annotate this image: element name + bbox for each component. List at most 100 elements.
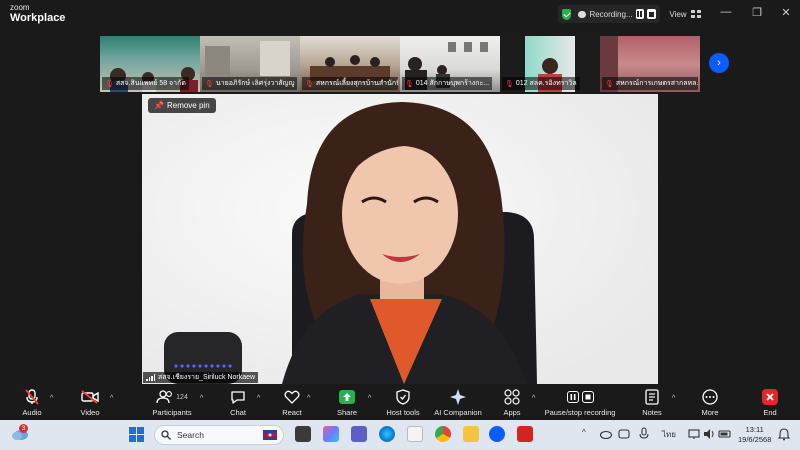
sparkle-icon [450, 389, 466, 405]
teams-icon[interactable] [351, 426, 367, 442]
thumbnail-label: 🎙 012 สลค.รอิงทราวิล [502, 77, 580, 90]
battery-icon[interactable] [718, 428, 732, 440]
stop-recording-icon[interactable] [647, 9, 657, 19]
recording-label: Recording... [589, 9, 633, 19]
video-off-icon [81, 390, 99, 404]
share-button[interactable]: Share [317, 388, 377, 417]
pause-recording-icon[interactable] [635, 9, 645, 19]
participant-thumbnail[interactable]: 🎙 นายอภิรักษ์ เลิศรุ่งวาสัญญู [200, 36, 300, 92]
task-view-icon[interactable] [295, 426, 311, 442]
mic-muted-icon: 🎙 [205, 80, 214, 88]
thumbnail-label: 🎙 สหกรณ์การเกษตรสากลหล... [602, 77, 698, 90]
network-icon[interactable] [688, 428, 700, 440]
store-icon[interactable] [407, 426, 423, 442]
share-icon [339, 390, 355, 404]
windows-start-icon[interactable] [129, 427, 144, 442]
more-label: More [701, 408, 719, 417]
more-button[interactable]: More [680, 388, 740, 417]
notes-button[interactable]: Notes [622, 388, 682, 417]
pause-stop-label: Pause/stop recording [544, 408, 616, 417]
show-hidden-icons-caret-icon[interactable]: ^ [582, 428, 586, 437]
acrobat-icon[interactable] [517, 426, 533, 442]
volume-icon[interactable] [703, 428, 715, 440]
remove-pin-button[interactable]: 📌 Remove pin [148, 98, 216, 113]
notification-bell-icon[interactable] [778, 428, 790, 441]
chevron-right-icon: › [717, 57, 721, 69]
taskbar-search[interactable]: Search [154, 425, 284, 445]
security-shield-icon[interactable] [562, 8, 571, 20]
close-icon[interactable]: ✕ [778, 6, 794, 19]
mic-muted-icon: 🎙 [405, 80, 414, 88]
next-page-button[interactable]: › [709, 53, 729, 73]
share-label: Share [336, 408, 357, 417]
audio-options-caret-icon[interactable]: ^ [50, 395, 53, 402]
zoom-taskbar-icon[interactable] [489, 426, 505, 442]
audio-button[interactable]: Audio [2, 388, 62, 417]
title-bar: zoom Workplace Recording... View — ❐ ✕ [0, 0, 800, 30]
share-options-caret-icon[interactable]: ^ [368, 395, 371, 402]
apps-options-caret-icon[interactable]: ^ [532, 395, 535, 402]
notes-icon [645, 389, 659, 405]
view-button[interactable]: View [665, 5, 705, 23]
copilot-icon[interactable] [323, 426, 339, 442]
chrome-icon[interactable] [435, 426, 451, 442]
notes-label: Notes [642, 408, 662, 417]
participants-button[interactable]: 124 Participants [142, 388, 202, 417]
flag-icon [263, 430, 277, 440]
signal-strength-icon [146, 374, 155, 381]
react-options-caret-icon[interactable]: ^ [307, 395, 310, 402]
react-button[interactable]: React [262, 388, 322, 417]
stop-icon [581, 391, 594, 403]
pause-stop-recording-button[interactable]: Pause/stop recording [545, 388, 615, 417]
meeting-toolbar: Audio ^ Video ^ 124 Participants ^ Chat … [0, 386, 800, 420]
participant-thumbnail[interactable]: 🎙 สสจ.สินแพทย์ 58 จากัด [100, 36, 200, 92]
notes-options-caret-icon[interactable]: ^ [672, 395, 675, 402]
chat-button[interactable]: Chat [208, 388, 268, 417]
thumbnail-label: 🎙 014 สักกาษบุพกร้างกะ... [402, 77, 493, 90]
speaker-name: สสจ.เชียงราย_Siriluck Norkaew [158, 374, 256, 381]
pause-icon [566, 391, 579, 403]
mic-muted-icon: 🎙 [605, 80, 614, 88]
participants-options-caret-icon[interactable]: ^ [200, 395, 203, 402]
video-options-caret-icon[interactable]: ^ [110, 395, 113, 402]
apps-button[interactable]: Apps [482, 388, 542, 417]
react-label: React [282, 408, 302, 417]
shield-icon [396, 389, 410, 405]
speaker-video [142, 94, 658, 384]
participant-strip: 🎙 สสจ.สินแพทย์ 58 จากัด 🎙 นายอภิรักษ์ เลิศ… [100, 36, 700, 92]
recording-indicator: Recording... [558, 5, 660, 23]
participant-thumbnail[interactable]: 🎙 014 สักกาษบุพกร้างกะ... [400, 36, 500, 92]
participant-thumbnail[interactable]: 🎙 สหกรณ์การเกษตรสากลหล... [600, 36, 700, 92]
thumbnail-label: 🎙 นายอภิรักษ์ เลิศรุ่งวาสัญญู [202, 77, 298, 90]
search-icon [161, 430, 171, 440]
chat-options-caret-icon[interactable]: ^ [257, 395, 260, 402]
video-button[interactable]: Video [60, 388, 120, 417]
edge-icon[interactable] [379, 426, 395, 442]
system-clock[interactable]: 13:11 19/6/2568 [738, 425, 771, 445]
end-button[interactable]: End [740, 388, 800, 417]
zoom-logo: zoom Workplace [10, 4, 65, 24]
main-video[interactable] [142, 94, 658, 384]
minimize-icon[interactable]: — [718, 6, 734, 18]
brand-workplace: Workplace [10, 12, 66, 24]
recorder-icon[interactable] [618, 428, 630, 440]
ai-companion-button[interactable]: AI Companion [428, 388, 488, 417]
participant-thumbnail[interactable]: 🎙 012 สลค.รอิงทราวิล [500, 36, 600, 92]
file-explorer-icon[interactable] [463, 426, 479, 442]
input-language[interactable]: ไทย [662, 428, 676, 441]
participant-thumbnail[interactable]: 🎙 สหกรณ์เลี้ยงสุกรบ้านสำนักนี... [300, 36, 400, 92]
clock-time: 13:11 [745, 425, 764, 434]
participants-icon [156, 390, 173, 404]
video-label: Video [80, 408, 100, 417]
onedrive-icon[interactable] [598, 429, 612, 439]
weather-badge: 3 [19, 424, 28, 433]
participants-count: 124 [176, 393, 188, 401]
mic-muted-icon: 🎙 [105, 80, 114, 88]
mic-muted-icon: 🎙 [305, 80, 314, 88]
host-tools-button[interactable]: Host tools [373, 388, 433, 417]
restore-icon[interactable]: ❐ [749, 6, 765, 19]
microphone-icon[interactable] [639, 427, 649, 441]
thumbnail-label: 🎙 สสจ.สินแพทย์ 58 จากัด [102, 77, 189, 90]
more-icon [702, 389, 718, 405]
brand-zoom: zoom [10, 3, 30, 12]
